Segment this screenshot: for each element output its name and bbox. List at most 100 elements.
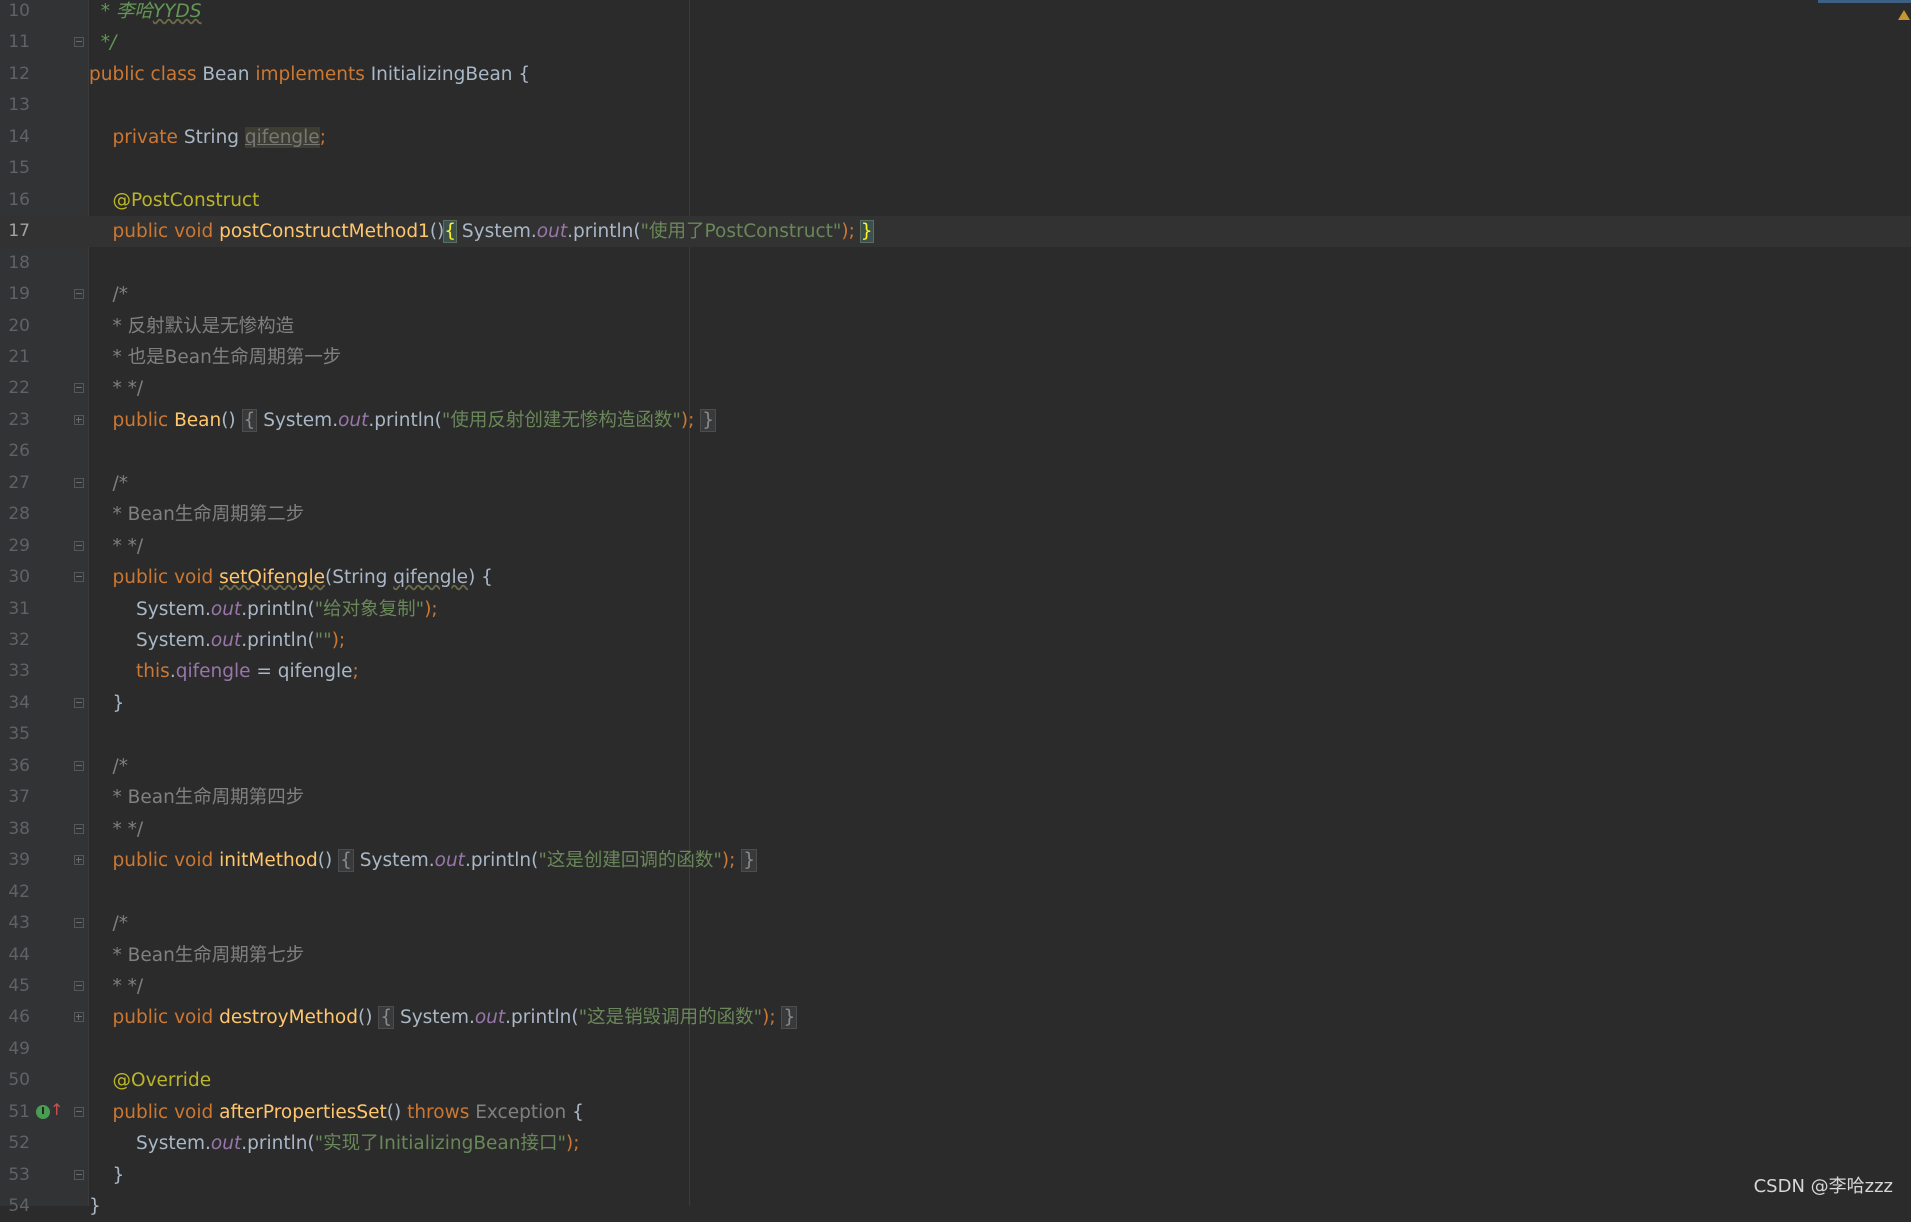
line-number[interactable]: 23 <box>0 405 30 436</box>
line-number[interactable]: 27 <box>0 468 30 499</box>
code-line[interactable]: 38 * */ <box>0 814 1911 845</box>
code-line[interactable]: 15 <box>0 153 1911 184</box>
fold-toggle-icon[interactable] <box>74 1106 84 1117</box>
line-number[interactable]: 11 <box>0 27 30 58</box>
line-number[interactable]: 44 <box>0 940 30 971</box>
line-number[interactable]: 54 <box>0 1191 30 1222</box>
code-line[interactable]: 50 @Override <box>0 1065 1911 1096</box>
line-number[interactable]: 34 <box>0 688 30 719</box>
code-line[interactable]: 33 this.qifengle = qifengle; <box>0 656 1911 687</box>
line-number[interactable]: 33 <box>0 656 30 687</box>
code-line[interactable]: 13 <box>0 90 1911 121</box>
code-line[interactable]: 45 * */ <box>0 971 1911 1002</box>
code-line[interactable]: 35 <box>0 719 1911 750</box>
code-token: System. <box>89 598 211 620</box>
code-line[interactable]: 12 public class Bean implements Initializ… <box>0 59 1911 90</box>
code-line[interactable]: 52 System.out.println("实现了InitializingBe… <box>0 1128 1911 1159</box>
code-token: @Override <box>112 1070 212 1092</box>
code-line[interactable]: 44 * Bean生命周期第七步 <box>0 940 1911 971</box>
fold-toggle-icon[interactable] <box>74 540 84 551</box>
code-line[interactable]: 39 public void initMethod() { System.out… <box>0 845 1911 876</box>
go-to-super-arrow-icon[interactable]: ↑ <box>50 1100 63 1120</box>
line-number[interactable]: 35 <box>0 719 30 750</box>
line-number[interactable]: 17 <box>0 216 30 247</box>
fold-toggle-icon[interactable] <box>74 383 84 394</box>
code-line[interactable]: 27 /* <box>0 468 1911 499</box>
code-line[interactable]: 32 System.out.println(""); <box>0 625 1911 656</box>
line-number[interactable]: 18 <box>0 248 30 279</box>
fold-toggle-icon[interactable] <box>74 823 84 834</box>
line-number[interactable]: 14 <box>0 122 30 153</box>
fold-toggle-icon[interactable] <box>74 918 84 929</box>
fold-toggle-icon[interactable] <box>74 414 84 425</box>
line-number[interactable]: 29 <box>0 531 30 562</box>
code-line[interactable]: 17 public void postConstructMethod1(){ S… <box>0 216 1911 247</box>
code-line[interactable]: 34 } <box>0 688 1911 719</box>
fold-toggle-icon[interactable] <box>74 760 84 771</box>
code-line[interactable]: 49 <box>0 1034 1911 1065</box>
line-number[interactable]: 45 <box>0 971 30 1002</box>
fold-toggle-icon[interactable] <box>74 289 84 300</box>
fold-toggle-icon[interactable] <box>74 37 84 48</box>
code-line[interactable]: 42 <box>0 877 1911 908</box>
line-number[interactable]: 39 <box>0 845 30 876</box>
code-line[interactable]: 36 /* <box>0 751 1911 782</box>
line-number[interactable]: 31 <box>0 594 30 625</box>
code-line[interactable]: 18 <box>0 248 1911 279</box>
line-number[interactable]: 46 <box>0 1002 30 1033</box>
fold-toggle-icon[interactable] <box>74 980 84 991</box>
line-number[interactable]: 21 <box>0 342 30 373</box>
code-line[interactable]: 10 * 李哈YYDS <box>0 0 1911 27</box>
line-number[interactable]: 28 <box>0 499 30 530</box>
line-number[interactable]: 22 <box>0 373 30 404</box>
code-line[interactable]: 29 * */ <box>0 531 1911 562</box>
code-line[interactable]: 11 */ <box>0 27 1911 58</box>
code-line[interactable]: 21 * 也是Bean生命周期第一步 <box>0 342 1911 373</box>
line-number[interactable]: 13 <box>0 90 30 121</box>
line-number[interactable]: 12 <box>0 59 30 90</box>
fold-toggle-icon[interactable] <box>74 1012 84 1023</box>
line-number[interactable]: 52 <box>0 1128 30 1159</box>
line-number[interactable]: 50 <box>0 1065 30 1096</box>
code-line[interactable]: 20 * 反射默认是无惨构造 <box>0 311 1911 342</box>
line-number[interactable]: 51 <box>0 1097 30 1128</box>
code-line[interactable]: 28 * Bean生命周期第二步 <box>0 499 1911 530</box>
code-line[interactable]: 30 public void setQifengle(String qifeng… <box>0 562 1911 593</box>
line-number[interactable]: 37 <box>0 782 30 813</box>
line-number[interactable]: 53 <box>0 1160 30 1191</box>
code-line[interactable]: 31 System.out.println("给对象复制"); <box>0 594 1911 625</box>
code-editor[interactable]: 10 * 李哈YYDS 11 */12 public class Bean impl… <box>0 0 1911 1217</box>
fold-toggle-icon[interactable] <box>74 477 84 488</box>
line-number[interactable]: 49 <box>0 1034 30 1065</box>
line-number[interactable]: 10 <box>0 0 30 27</box>
code-line[interactable]: 19 /* <box>0 279 1911 310</box>
line-number[interactable]: 20 <box>0 311 30 342</box>
line-number[interactable]: 36 <box>0 751 30 782</box>
line-number[interactable]: 26 <box>0 436 30 467</box>
line-number[interactable]: 19 <box>0 279 30 310</box>
code-line[interactable]: 54} <box>0 1191 1911 1222</box>
fold-toggle-icon[interactable] <box>74 697 84 708</box>
code-line[interactable]: 43 /* <box>0 908 1911 939</box>
code-line[interactable]: 22 * */ <box>0 373 1911 404</box>
fold-toggle-icon[interactable] <box>74 572 84 583</box>
fold-toggle-icon[interactable] <box>74 1169 84 1180</box>
fold-toggle-icon[interactable] <box>74 855 84 866</box>
code-line[interactable]: 26 <box>0 436 1911 467</box>
code-line[interactable]: 14 private String qifengle; <box>0 122 1911 153</box>
code-line[interactable]: 51 I ↑ public void afterPropertiesSet() th… <box>0 1097 1911 1128</box>
code-line[interactable]: 37 * Bean生命周期第四步 <box>0 782 1911 813</box>
line-number[interactable]: 43 <box>0 908 30 939</box>
code-line[interactable]: 46 public void destroyMethod() { System.… <box>0 1002 1911 1033</box>
line-number[interactable]: 32 <box>0 625 30 656</box>
line-number[interactable]: 16 <box>0 185 30 216</box>
line-number[interactable]: 38 <box>0 814 30 845</box>
line-number[interactable]: 42 <box>0 877 30 908</box>
line-number[interactable]: 30 <box>0 562 30 593</box>
code-line[interactable]: 53 } <box>0 1160 1911 1191</box>
code-line[interactable]: 16 @PostConstruct <box>0 185 1911 216</box>
implements-method-icon[interactable]: I <box>36 1104 50 1119</box>
line-number[interactable]: 15 <box>0 153 30 184</box>
code-line[interactable]: 23 public Bean() { System.out.println("使… <box>0 405 1911 436</box>
